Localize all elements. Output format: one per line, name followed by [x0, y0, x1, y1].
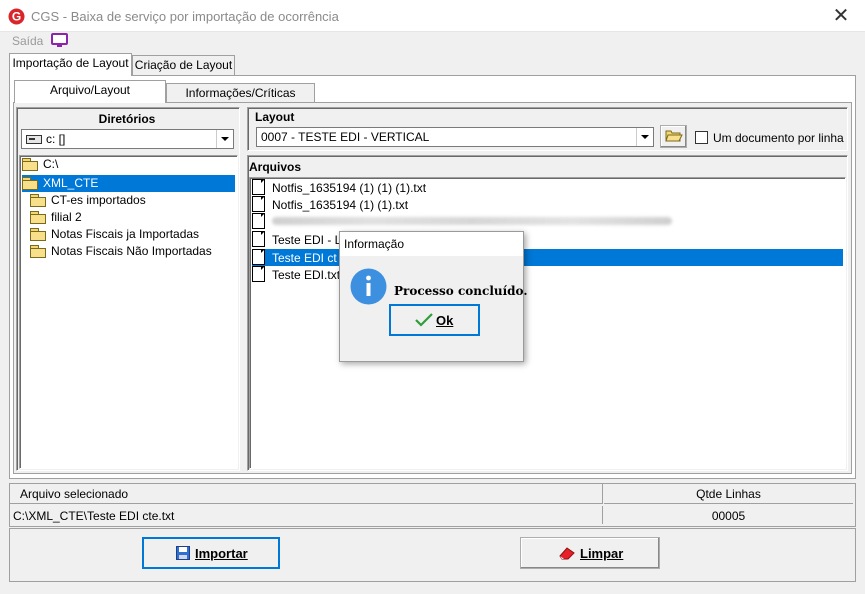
tree-item-c-root[interactable]: C:\	[22, 156, 58, 173]
ok-label: Ok	[436, 313, 454, 328]
arquivo-selecionado-label: Arquivo selecionado	[20, 487, 129, 501]
file-icon	[252, 196, 265, 212]
importar-label: Importar	[195, 546, 248, 561]
importar-button[interactable]: Importar	[142, 537, 280, 569]
tree-item-filial-2[interactable]: filial 2	[30, 209, 82, 226]
file-item[interactable]: Teste EDI.txt	[252, 266, 340, 283]
layout-label: Layout	[255, 110, 295, 124]
file-item[interactable]	[252, 213, 672, 230]
folder-icon	[30, 211, 46, 224]
layout-select-value: 0007 - TESTE EDI - VERTICAL	[261, 130, 430, 144]
folder-icon	[30, 245, 46, 258]
limpar-label: Limpar	[580, 546, 624, 561]
qtde-header-cell: Qtde Linhas	[604, 484, 853, 504]
drive-select[interactable]: c: []	[21, 129, 234, 149]
tree-item-xml-cte[interactable]: XML_CTE	[22, 175, 235, 192]
tree-item-ct-es-importados[interactable]: CT-es importados	[30, 192, 146, 209]
check-icon	[415, 313, 433, 327]
svg-text:G: G	[12, 10, 21, 24]
file-icon	[252, 213, 265, 229]
tab-importacao-layout[interactable]: Importação de Layout	[9, 53, 132, 76]
chevron-down-icon[interactable]	[216, 130, 233, 148]
menu-saida[interactable]: Saída	[12, 34, 43, 48]
arquivo-header-cell: Arquivo selecionado	[10, 484, 603, 504]
tab-informacoes-criticas[interactable]: Informações/Críticas	[166, 83, 315, 103]
drive-select-value: c: []	[46, 132, 66, 146]
arquivo-selecionado-value: C:\XML_CTE\Teste EDI cte.txt	[13, 509, 175, 523]
file-item[interactable]: Teste EDI - L	[252, 231, 341, 248]
blurred-filename	[272, 217, 672, 225]
dialog-title-bar: Informação	[340, 232, 523, 256]
um-documento-checkbox[interactable]	[695, 131, 708, 144]
drive-icon	[26, 135, 42, 144]
file-item[interactable]: Notfis_1635194 (1) (1) (1).txt	[252, 179, 426, 196]
tree-item-notas-importadas[interactable]: Notas Fiscais ja Importadas	[30, 226, 199, 243]
layout-select[interactable]: 0007 - TESTE EDI - VERTICAL	[256, 127, 654, 147]
arquivo-value-cell: C:\XML_CTE\Teste EDI cte.txt	[10, 506, 603, 524]
info-dialog: Informação Processo concluído. Ok	[339, 231, 528, 362]
monitor-icon[interactable]	[51, 33, 68, 48]
window-title: CGS - Baixa de serviço por importação de…	[31, 9, 339, 24]
eraser-icon	[559, 547, 575, 560]
buttons-panel	[9, 528, 856, 582]
folder-icon	[30, 194, 46, 207]
qtde-value-cell: 00005	[604, 506, 853, 524]
dialog-message: Processo concluído.	[394, 284, 528, 298]
close-button[interactable]: ✕	[829, 4, 853, 28]
directory-tree[interactable]: C:\ XML_CTE CT-es importados filial 2 No…	[19, 155, 238, 469]
file-item[interactable]: Notfis_1635194 (1) (1).txt	[252, 196, 408, 213]
ok-button[interactable]: Ok	[389, 304, 480, 336]
file-icon	[252, 266, 265, 282]
chevron-down-icon[interactable]	[636, 128, 653, 146]
open-folder-icon	[664, 130, 683, 142]
info-icon	[350, 268, 387, 305]
tab-criacao-layout[interactable]: Criação de Layout	[132, 55, 235, 76]
qtde-linhas-value: 00005	[711, 509, 746, 523]
app-logo-icon: G	[8, 8, 25, 25]
open-folder-icon	[22, 177, 38, 190]
tab-arquivo-layout[interactable]: Arquivo/Layout	[14, 80, 166, 103]
dialog-title: Informação	[344, 237, 405, 251]
folder-icon	[30, 228, 46, 241]
files-label: Arquivos	[249, 160, 302, 174]
limpar-button[interactable]: Limpar	[520, 537, 660, 569]
directories-label: Diretórios	[98, 112, 156, 126]
tree-item-notas-nao-importadas[interactable]: Notas Fiscais Não Importadas	[30, 243, 212, 260]
file-icon	[252, 231, 265, 247]
qtde-linhas-label: Qtde Linhas	[696, 487, 761, 501]
open-folder-icon	[22, 158, 38, 171]
open-folder-button[interactable]	[660, 125, 687, 148]
file-icon	[252, 179, 265, 195]
file-icon	[252, 249, 265, 265]
um-documento-label: Um documento por linha	[713, 131, 844, 145]
save-disk-icon	[176, 546, 190, 560]
